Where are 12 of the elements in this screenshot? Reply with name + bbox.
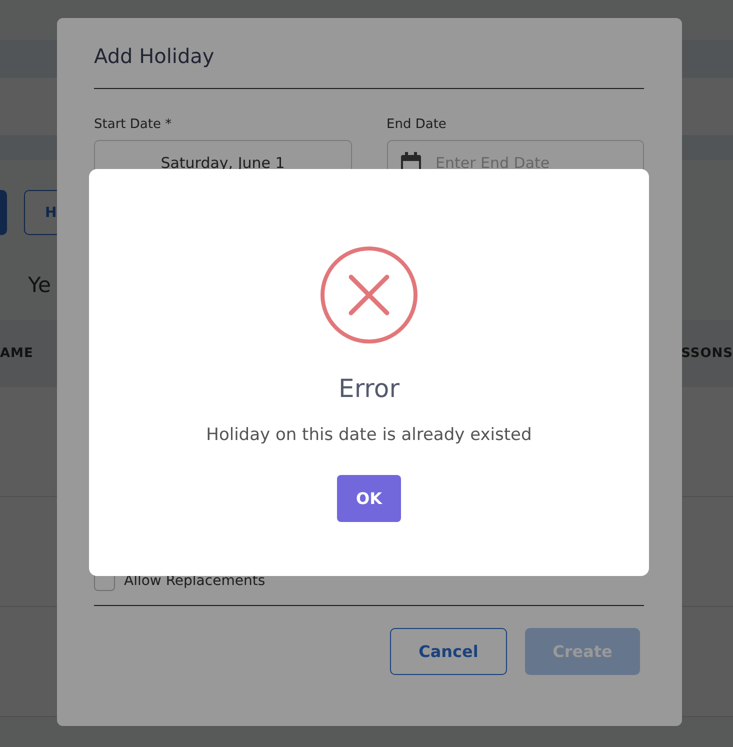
column-header: AME bbox=[0, 346, 34, 361]
cancel-button[interactable]: Cancel bbox=[390, 628, 507, 675]
field-label: Start Date * bbox=[94, 117, 173, 132]
column-header: SSONS bbox=[681, 346, 733, 361]
checkbox-label: Allow Replacements bbox=[124, 572, 266, 588]
field-label: End Date bbox=[386, 117, 448, 132]
page-heading: Ye bbox=[28, 273, 51, 297]
error-icon bbox=[320, 246, 418, 344]
ok-button[interactable]: OK bbox=[337, 475, 401, 522]
error-title: Error bbox=[338, 374, 400, 403]
dialog-title: Add Holiday bbox=[94, 44, 644, 89]
error-message: Holiday on this date is already existed bbox=[206, 425, 532, 445]
